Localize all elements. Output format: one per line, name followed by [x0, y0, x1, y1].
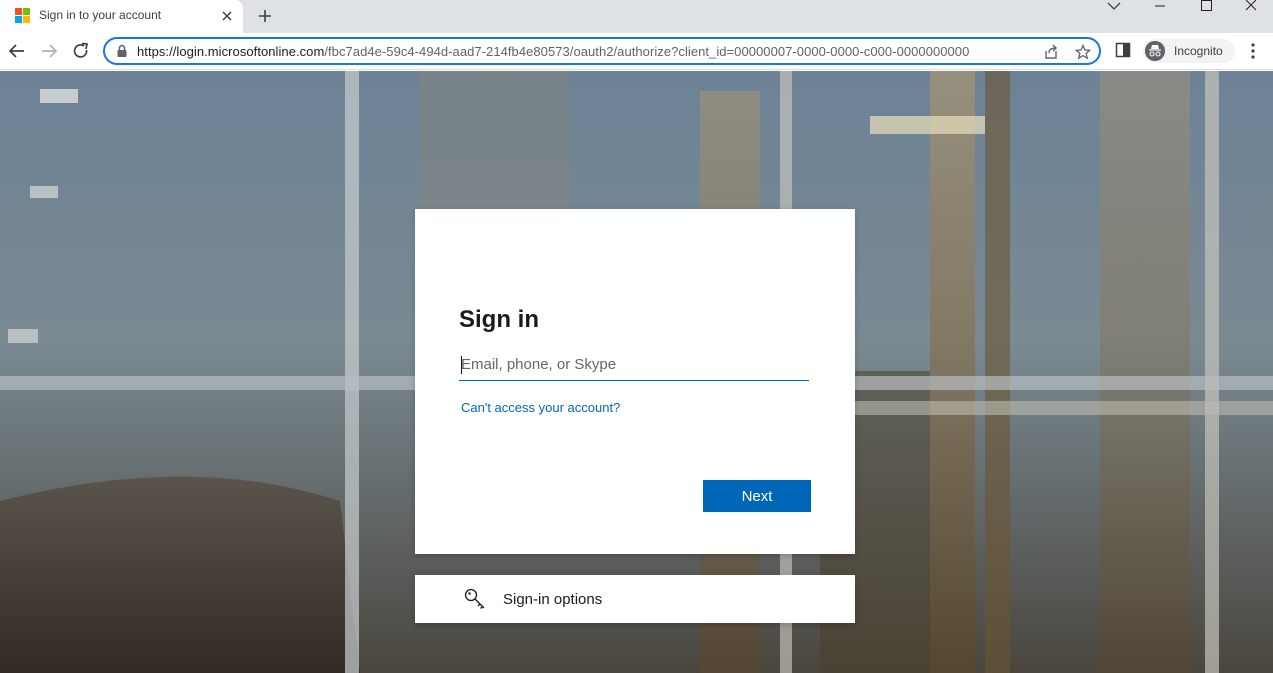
- url-text[interactable]: https://login.microsoftonline.com/fbc7ad…: [137, 44, 1035, 59]
- url-path: /fbc7ad4e-59c4-494d-aad7-214fb4e80573/oa…: [324, 44, 970, 59]
- browser-tab[interactable]: Sign in to your account: [0, 0, 243, 33]
- url-host: https://login.microsoftonline.com: [137, 44, 325, 59]
- back-arrow-icon[interactable]: [7, 41, 27, 61]
- minimize-icon[interactable]: [1137, 0, 1183, 14]
- next-button[interactable]: Next: [703, 480, 811, 512]
- signin-heading: Sign in: [459, 306, 539, 333]
- tab-strip: Sign in to your account: [0, 0, 1273, 33]
- signin-options-button[interactable]: Sign-in options: [415, 575, 855, 623]
- share-icon[interactable]: [1043, 44, 1059, 60]
- close-icon[interactable]: [219, 8, 235, 24]
- tab-title: Sign in to your account: [39, 8, 162, 22]
- forward-arrow-icon[interactable]: [39, 41, 59, 61]
- microsoft-favicon: [15, 8, 31, 24]
- chevron-down-icon[interactable]: [1091, 0, 1137, 14]
- side-panel-icon[interactable]: [1115, 42, 1131, 58]
- text-caret: [461, 356, 462, 374]
- kebab-menu-icon[interactable]: [1245, 41, 1261, 61]
- email-field[interactable]: [459, 349, 809, 381]
- microsoft-logo: [459, 253, 567, 277]
- address-bar[interactable]: https://login.microsoftonline.com/fbc7ad…: [103, 37, 1101, 65]
- cant-access-account-link[interactable]: Can't access your account?: [461, 400, 620, 415]
- reload-icon[interactable]: [71, 41, 91, 61]
- maximize-icon[interactable]: [1183, 0, 1229, 14]
- window-close-icon[interactable]: [1227, 0, 1273, 14]
- lock-icon[interactable]: [115, 44, 129, 58]
- plus-icon[interactable]: [256, 7, 274, 25]
- page-background: Sign in Can't access your account? Next …: [0, 71, 1273, 673]
- incognito-profile-button[interactable]: Incognito: [1143, 39, 1235, 63]
- key-icon: [464, 588, 485, 609]
- signin-card: Sign in Can't access your account? Next: [415, 209, 855, 554]
- star-icon[interactable]: [1075, 44, 1091, 60]
- signin-options-label: Sign-in options: [503, 591, 603, 608]
- incognito-icon: [1145, 41, 1165, 61]
- profile-label: Incognito: [1174, 44, 1223, 58]
- browser-toolbar: https://login.microsoftonline.com/fbc7ad…: [0, 33, 1273, 70]
